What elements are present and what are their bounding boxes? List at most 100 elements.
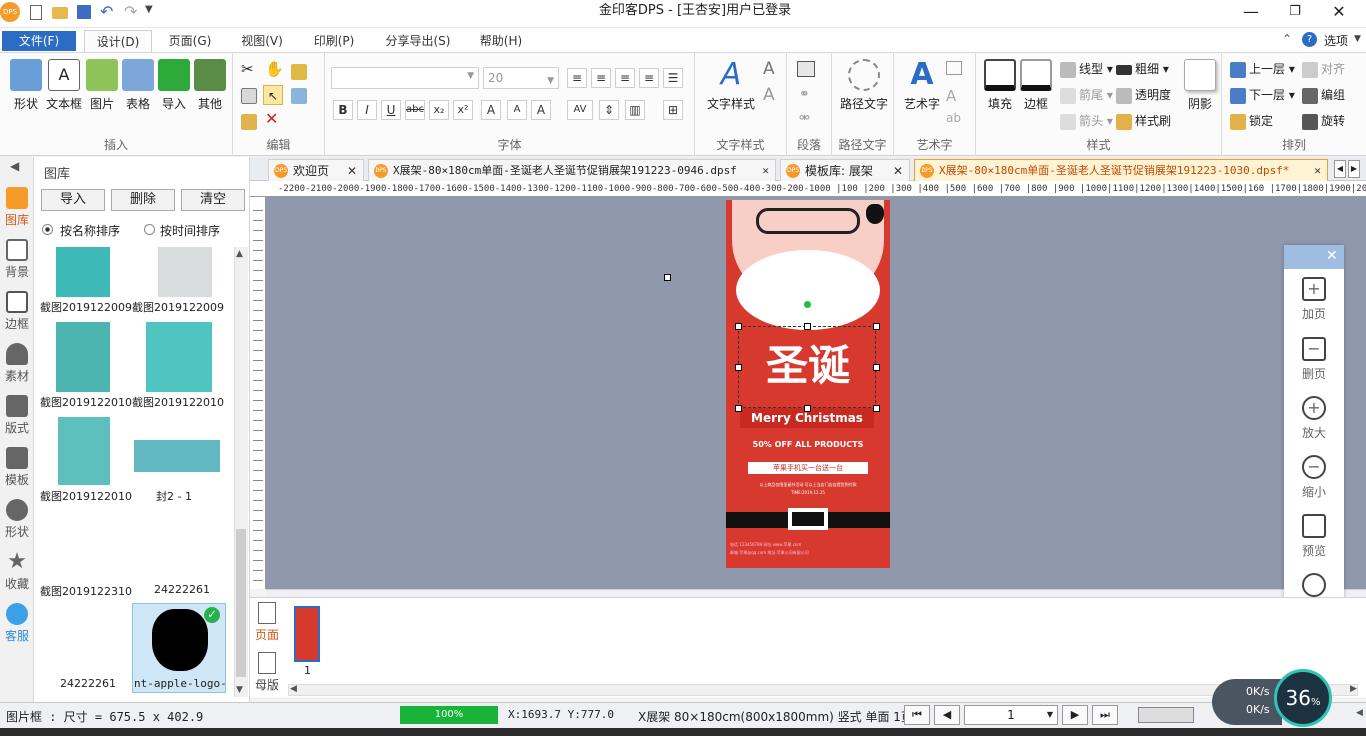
close-button[interactable]: ✕: [1328, 0, 1350, 24]
selection-frame[interactable]: [738, 326, 876, 408]
table-button[interactable]: 表格: [120, 59, 156, 112]
tab-close-icon[interactable]: ✕: [762, 160, 769, 181]
tab-close-icon[interactable]: ✕: [347, 160, 357, 181]
collapse-panel-icon[interactable]: ◀: [10, 159, 19, 173]
gallery-thumb[interactable]: [56, 603, 116, 673]
font-color-button[interactable]: A: [531, 100, 551, 120]
nav-background[interactable]: 背景: [0, 239, 34, 280]
image-button[interactable]: 图片: [84, 59, 120, 112]
gallery-thumb[interactable]: [158, 247, 212, 297]
resize-handle[interactable]: [873, 405, 880, 412]
menu-design[interactable]: 设计(D): [84, 30, 152, 52]
canvas-handle[interactable]: [664, 274, 671, 281]
tabs-next-icon[interactable]: ▶: [1348, 160, 1360, 178]
gallery-thumb[interactable]: [134, 440, 220, 472]
help-icon[interactable]: ?: [1302, 32, 1317, 47]
thickness-button[interactable]: 粗细 ▾: [1116, 59, 1169, 79]
format-painter-icon[interactable]: [291, 85, 310, 105]
fill-button[interactable]: 填充: [982, 59, 1018, 112]
sort-by-name-radio[interactable]: [42, 224, 53, 235]
arrow-tail-button[interactable]: 箭尾 ▾: [1060, 85, 1113, 105]
resize-handle[interactable]: [735, 364, 742, 371]
paragraph-icon[interactable]: [797, 61, 815, 77]
gallery-scroll-up-icon[interactable]: ▲: [236, 249, 243, 259]
gallery-delete-button[interactable]: 删除: [111, 189, 175, 211]
subscript-button[interactable]: x₂: [429, 100, 449, 120]
floating-panel-close-icon[interactable]: ✕: [1326, 248, 1338, 264]
char-spacing-button[interactable]: AV: [567, 100, 593, 120]
rotate-button[interactable]: 旋转: [1302, 111, 1345, 131]
menu-file[interactable]: 文件(F): [2, 31, 76, 51]
resize-handle[interactable]: [735, 323, 742, 330]
page-view-button[interactable]: 页面: [254, 602, 280, 643]
tab-welcome[interactable]: DPS 欢迎页 ✕: [268, 159, 364, 181]
nav-template[interactable]: 模板: [0, 447, 34, 488]
send-backward-button[interactable]: 下一层 ▾: [1230, 85, 1295, 105]
pan-hand-icon[interactable]: ✋: [265, 59, 284, 79]
grow-font-button[interactable]: A: [481, 100, 501, 120]
bold-button[interactable]: B: [333, 100, 353, 120]
paste-icon[interactable]: [241, 111, 260, 131]
page-strip-scrollbar[interactable]: [288, 684, 1358, 696]
font-family-combobox[interactable]: ▼: [331, 67, 479, 89]
shape-button[interactable]: 形状: [8, 59, 44, 112]
import-button[interactable]: 导入: [156, 59, 192, 112]
italic-button[interactable]: I: [357, 100, 377, 120]
nav-gallery[interactable]: 图库: [0, 187, 34, 228]
resize-handle[interactable]: [804, 405, 811, 412]
next-page-button[interactable]: ▶: [1062, 705, 1088, 725]
style-painter-button[interactable]: 样式刷: [1116, 111, 1171, 131]
art-text-edit-icon[interactable]: [946, 61, 962, 75]
gallery-clear-button[interactable]: 清空: [181, 189, 245, 211]
nav-customer-service[interactable]: 客服: [0, 603, 34, 644]
tabs-prev-icon[interactable]: ◀: [1334, 160, 1346, 178]
shrink-font-button[interactable]: A: [507, 100, 527, 120]
nav-material[interactable]: 素材: [0, 343, 34, 384]
restore-button[interactable]: ❐: [1284, 0, 1306, 24]
line-spacing-button[interactable]: ⇕: [599, 100, 619, 120]
gallery-thumb[interactable]: [146, 322, 212, 392]
apple-logo-thumb[interactable]: [56, 507, 114, 579]
strip-scroll-left-icon[interactable]: ◀: [290, 684, 297, 694]
nav-border[interactable]: 边框: [0, 291, 34, 332]
copy-icon[interactable]: [241, 85, 260, 105]
gallery-scroll-thumb[interactable]: [236, 529, 246, 677]
columns-button[interactable]: ▥: [625, 100, 645, 120]
apple-logo-icon[interactable]: [866, 204, 884, 224]
gallery-thumb[interactable]: [146, 507, 212, 579]
gallery-thumb[interactable]: [56, 322, 110, 392]
poster-page[interactable]: 圣诞 Merry Christmas 50% OFF ALL PRODUCTS …: [726, 200, 890, 568]
last-page-button[interactable]: ⏭: [1092, 705, 1118, 725]
resize-handle[interactable]: [873, 364, 880, 371]
strikethrough-button[interactable]: abc: [405, 100, 425, 120]
page-thumbnail[interactable]: [294, 606, 320, 662]
options-menu[interactable]: 选项: [1324, 32, 1348, 49]
cut-icon[interactable]: ✂: [241, 59, 254, 79]
canvas-splitter[interactable]: [266, 589, 1366, 597]
status-scroll-left-icon[interactable]: ◀: [1356, 708, 1363, 718]
tab-document-1030[interactable]: DPS X展架-80×180cm单面-圣诞老人圣诞节促销展架191223-1030…: [914, 159, 1328, 181]
master-view-button[interactable]: 母版: [254, 652, 280, 693]
align-left-button[interactable]: ≡: [567, 68, 587, 88]
lock-button[interactable]: 锁定: [1230, 111, 1273, 131]
zoom-in-button[interactable]: + 放大: [1284, 396, 1344, 441]
resize-handle[interactable]: [804, 323, 811, 330]
preview-button[interactable]: 预览: [1284, 514, 1344, 559]
gallery-scroll-down-icon[interactable]: ▼: [236, 685, 243, 695]
line-type-button[interactable]: 线型 ▾: [1060, 59, 1113, 79]
image-tool-icon[interactable]: [291, 61, 310, 81]
sort-by-time-radio[interactable]: [144, 224, 155, 235]
group-button[interactable]: 编组: [1302, 85, 1345, 105]
align-button[interactable]: 对齐: [1302, 59, 1345, 79]
menu-view[interactable]: 视图(V): [232, 30, 292, 52]
page-number-input[interactable]: 1 ▼: [964, 705, 1058, 725]
art-text-spacing-icon[interactable]: ab: [946, 111, 961, 125]
delete-icon[interactable]: ✕: [265, 109, 278, 129]
arrow-head-button[interactable]: 箭头 ▾: [1060, 111, 1113, 131]
tab-template-library[interactable]: DPS 模板库: 展架 ✕: [780, 159, 910, 181]
path-text-button[interactable]: 路径文字: [836, 59, 892, 112]
zoom-out-button[interactable]: − 缩小: [1284, 455, 1344, 500]
align-center-button[interactable]: ≡: [591, 68, 611, 88]
menu-print[interactable]: 印刷(P): [304, 30, 364, 52]
nav-layout[interactable]: 版式: [0, 395, 34, 436]
